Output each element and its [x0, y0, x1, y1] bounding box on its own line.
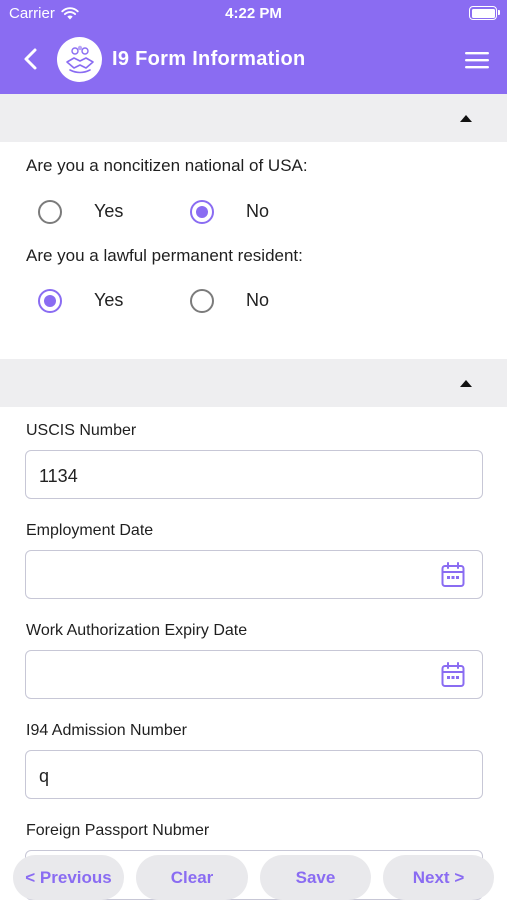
- uscis-number-input[interactable]: 1134: [25, 450, 483, 499]
- radio-label-yes[interactable]: Yes: [94, 201, 123, 222]
- uscis-number-label: USCIS Number: [26, 422, 137, 439]
- i94-admission-label: I94 Admission Number: [26, 722, 187, 739]
- collapse-caret-icon[interactable]: [460, 380, 472, 387]
- radio-group-noncitizen-national: Yes No: [0, 197, 507, 227]
- save-button[interactable]: Save: [260, 855, 371, 900]
- next-button[interactable]: Next >: [383, 855, 494, 900]
- status-bar: Carrier 4:22 PM: [0, 0, 507, 26]
- work-auth-expiry-input[interactable]: [25, 650, 483, 699]
- radio-group-permanent-resident: Yes No: [0, 286, 507, 316]
- previous-button[interactable]: < Previous: [13, 855, 124, 900]
- employment-date-label: Employment Date: [26, 522, 154, 539]
- clear-button[interactable]: Clear: [136, 855, 248, 900]
- work-auth-expiry-label: Work Authorization Expiry Date: [26, 622, 248, 639]
- foreign-passport-label: Foreign Passport Nubmer: [26, 822, 210, 839]
- radio-label-no[interactable]: No: [246, 201, 269, 222]
- radio-resident-yes[interactable]: [38, 289, 62, 313]
- i94-admission-value: q: [39, 766, 50, 786]
- page-title: I9 Form Information: [112, 48, 306, 70]
- hamburger-menu-icon[interactable]: [465, 51, 489, 69]
- radio-noncitizen-yes[interactable]: [38, 200, 62, 224]
- radio-noncitizen-no[interactable]: [190, 200, 214, 224]
- app-logo: [57, 37, 102, 82]
- battery-icon: [469, 6, 500, 20]
- calendar-icon[interactable]: [441, 562, 465, 588]
- employment-date-input[interactable]: [25, 550, 483, 599]
- section-header-citizenship[interactable]: [0, 94, 507, 142]
- uscis-number-value: 1134: [39, 466, 78, 486]
- radio-label-yes[interactable]: Yes: [94, 290, 123, 311]
- clock: 4:22 PM: [225, 5, 282, 22]
- radio-resident-no[interactable]: [190, 289, 214, 313]
- i94-admission-input[interactable]: q: [25, 750, 483, 799]
- collapse-caret-icon[interactable]: [460, 115, 472, 122]
- question-noncitizen-national: Are you a noncitizen national of USA:: [26, 156, 308, 175]
- nav-bar: I9 Form Information: [0, 26, 507, 94]
- radio-label-no[interactable]: No: [246, 290, 269, 311]
- calendar-icon[interactable]: [441, 662, 465, 688]
- handshake-logo-icon: [65, 45, 94, 73]
- back-arrow-icon[interactable]: [16, 44, 46, 74]
- section-header-documents[interactable]: [0, 359, 507, 407]
- question-permanent-resident: Are you a lawful permanent resident:: [26, 246, 303, 265]
